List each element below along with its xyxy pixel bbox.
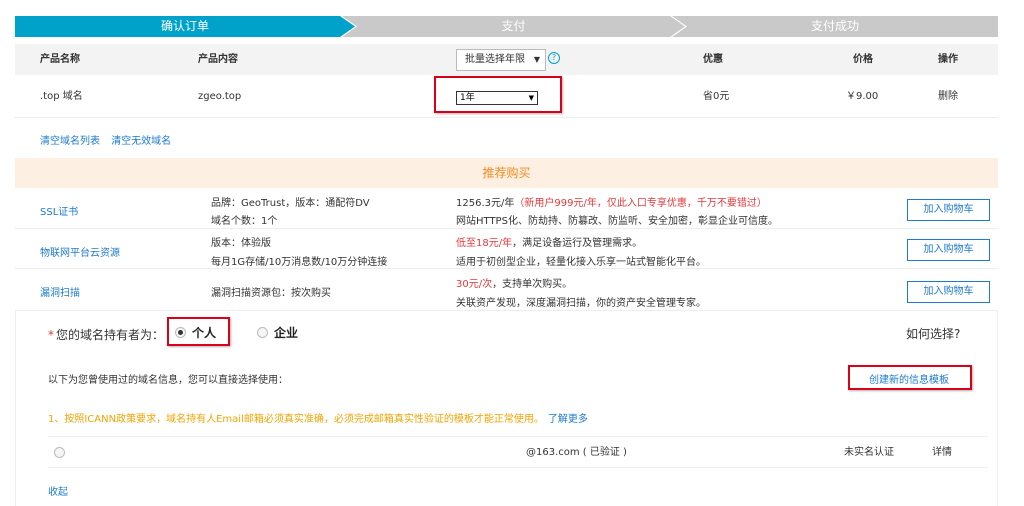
option-personal-label[interactable]: 个人 bbox=[192, 324, 216, 341]
create-template-link[interactable]: 创建新的信息模板 bbox=[869, 371, 949, 386]
price-text: 1256.3元/年 bbox=[456, 198, 515, 209]
recommend-item-spec: 品牌：GeoTrust，版本：通配符DV bbox=[211, 198, 370, 209]
add-to-cart-button[interactable]: 加入购物车 bbox=[907, 199, 990, 221]
step-payment-success: 支付成功 bbox=[672, 16, 998, 37]
recommend-item-price: 低至18元/年，满足设备运行及管理需求。 bbox=[456, 234, 642, 249]
recommend-item-name[interactable]: 漏洞扫描 bbox=[40, 284, 80, 299]
price-promo: （新用户999元/年，仅此入口专享优惠，千万不要错过） bbox=[514, 198, 767, 209]
recommend-item-price: 30元/次，支持单次购买。 bbox=[456, 275, 572, 290]
step-payment: 支付 bbox=[342, 16, 685, 37]
clear-invalid-domains-link[interactable]: 清空无效域名 bbox=[111, 136, 171, 147]
price-value: ￥9.00 bbox=[846, 91, 879, 102]
recommend-item-name[interactable]: SSL证书 bbox=[40, 203, 78, 218]
price-text: ，满足设备运行及管理需求。 bbox=[512, 238, 643, 249]
price-promo: 低至18元/年 bbox=[456, 238, 513, 249]
template-row: @163.com ( 已验证 ) 未实名认证 详情 bbox=[48, 436, 988, 468]
template-email: @163.com ( 已验证 ) bbox=[526, 447, 627, 458]
recommend-item-spec: 域名个数：1个 bbox=[211, 216, 278, 227]
recommend-item-spec: 版本：体验版 bbox=[211, 238, 271, 249]
clear-domain-list-link[interactable]: 清空域名列表 bbox=[40, 136, 100, 147]
batch-year-select-label: 批量选择年限 bbox=[465, 54, 525, 65]
recommend-header: 推荐购买 bbox=[15, 158, 998, 188]
template-status: 未实名认证 bbox=[844, 447, 894, 458]
radio-template[interactable] bbox=[54, 447, 65, 458]
template-details-link[interactable]: 详情 bbox=[932, 437, 952, 469]
recommend-item-ssl: SSL证书 品牌：GeoTrust，版本：通配符DV 域名个数：1个 1256.… bbox=[15, 189, 998, 229]
header-product-content: 产品内容 bbox=[198, 54, 238, 65]
recommend-item-vuln-scan: 漏洞扫描 漏洞扫描资源包：按次购买 30元/次，支持单次购买。 关联资产发现，深… bbox=[15, 270, 998, 311]
product-content: zgeo.top bbox=[198, 91, 242, 102]
batch-year-select[interactable]: 批量选择年限 ▼ bbox=[456, 49, 546, 71]
order-table-header: 产品名称 产品内容 批量选择年限 ▼ ? 优惠 价格 操作 bbox=[15, 44, 998, 75]
year-select[interactable]: 1年 ▼ bbox=[456, 91, 538, 105]
required-mark: * bbox=[48, 328, 54, 342]
step-confirm-order: 确认订单 bbox=[15, 16, 355, 37]
year-select-value: 1年 bbox=[460, 93, 475, 103]
order-steps: 确认订单 支付 支付成功 bbox=[15, 16, 998, 37]
product-name: .top 域名 bbox=[40, 91, 83, 102]
how-to-choose[interactable]: 如何选择? bbox=[906, 325, 960, 342]
recommend-item-iot: 物联网平台云资源 版本：体验版 每月1G存储/10万消息数/10万分钟连接 低至… bbox=[15, 230, 998, 269]
warning-text: 1、按照ICANN政策要求，域名持有人Email邮箱必须真实准确，必须完成邮箱真… bbox=[48, 414, 544, 425]
discount-value: 省0元 bbox=[703, 91, 730, 102]
clear-links: 清空域名列表 清空无效域名 bbox=[40, 132, 179, 147]
header-price: 价格 bbox=[853, 54, 873, 65]
radio-company[interactable] bbox=[257, 327, 268, 338]
option-company-label[interactable]: 企业 bbox=[274, 324, 298, 341]
holder-label: * 您的域名持有者为： bbox=[48, 326, 164, 343]
add-to-cart-button[interactable]: 加入购物车 bbox=[907, 239, 990, 261]
recommend-item-price: 1256.3元/年（新用户999元/年，仅此入口专享优惠，千万不要错过） bbox=[456, 194, 767, 209]
delete-link[interactable]: 删除 bbox=[938, 76, 958, 118]
icann-warning: 1、按照ICANN政策要求，域名持有人Email邮箱必须真实准确，必须完成邮箱真… bbox=[48, 410, 588, 425]
recommend-item-spec: 每月1G存储/10万消息数/10万分钟连接 bbox=[211, 257, 388, 268]
add-to-cart-button[interactable]: 加入购物车 bbox=[907, 281, 990, 303]
price-promo: 30元/次 bbox=[456, 279, 493, 290]
recommend-item-desc: 关联资产发现，深度漏洞扫描，你的资产安全管理专家。 bbox=[456, 298, 706, 309]
help-icon[interactable]: ? bbox=[548, 52, 560, 64]
chevron-down-icon: ▼ bbox=[528, 94, 534, 102]
collapse-link[interactable]: 收起 bbox=[48, 483, 68, 498]
header-discount: 优惠 bbox=[703, 54, 723, 65]
learn-more-link[interactable]: 了解更多 bbox=[548, 414, 588, 425]
recommend-item-name[interactable]: 物联网平台云资源 bbox=[40, 244, 120, 259]
radio-personal[interactable] bbox=[175, 327, 186, 338]
holder-label-text: 您的域名持有者为： bbox=[56, 328, 165, 342]
header-product-name: 产品名称 bbox=[40, 54, 80, 65]
recommend-item-spec: 漏洞扫描资源包：按次购买 bbox=[211, 288, 331, 299]
recommend-item-desc: 网站HTTPS化、防劫持、防篡改、防监听、安全加密，彰显企业可信度。 bbox=[456, 216, 778, 227]
chevron-down-icon: ▼ bbox=[533, 55, 540, 64]
recommend-item-desc: 适用于初创型企业，轻量化接入乐享一站式智能化平台。 bbox=[456, 257, 706, 268]
price-text: ，支持单次购买。 bbox=[492, 279, 573, 290]
header-action: 操作 bbox=[938, 54, 958, 65]
info-text: 以下为您曾使用过的域名信息，您可以直接选择使用： bbox=[48, 375, 288, 386]
